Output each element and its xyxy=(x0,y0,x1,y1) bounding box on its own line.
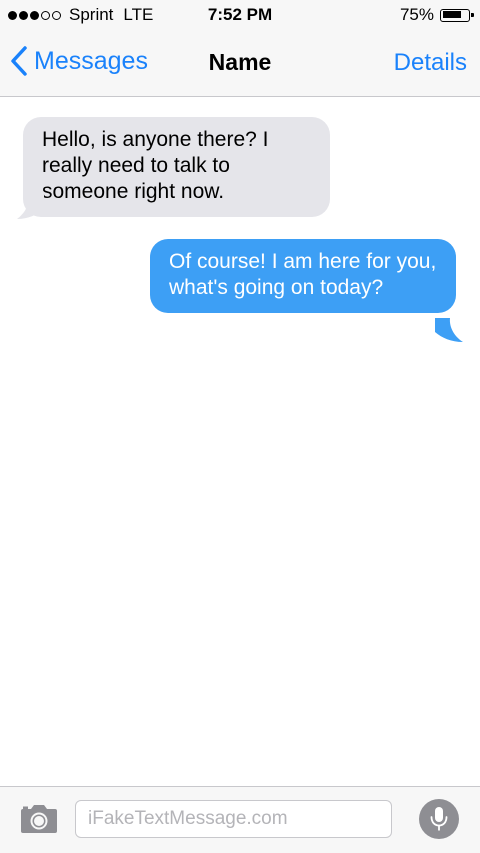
camera-icon xyxy=(21,805,57,833)
battery-fill xyxy=(442,11,461,18)
bubble-tail xyxy=(17,195,44,219)
battery-icon xyxy=(440,8,474,22)
message-input[interactable] xyxy=(75,800,392,838)
navigation-bar: Messages Name Details xyxy=(0,30,480,97)
dictation-button[interactable] xyxy=(419,799,459,839)
back-button-label: Messages xyxy=(34,46,148,75)
status-bar: Sprint LTE 7:52 PM 75% xyxy=(0,0,480,30)
chevron-left-icon xyxy=(11,46,27,76)
input-bar xyxy=(0,786,480,853)
message-bubble-sent[interactable]: Of course! I am here for you, what's goi… xyxy=(150,239,456,313)
microphone-icon xyxy=(430,807,448,831)
back-button[interactable]: Messages xyxy=(10,46,148,76)
message-bubble-received[interactable]: Hello, is anyone there? I really need to… xyxy=(23,117,330,217)
bubble-tail xyxy=(435,318,463,342)
battery-percent: 75% xyxy=(399,5,434,24)
message-text: Of course! I am here for you, what's goi… xyxy=(169,250,437,299)
message-text: Hello, is anyone there? I really need to… xyxy=(42,128,269,203)
camera-button[interactable] xyxy=(20,804,58,839)
details-button[interactable]: Details xyxy=(394,49,467,77)
status-right: 75% xyxy=(399,5,474,25)
battery-tip xyxy=(470,12,474,17)
